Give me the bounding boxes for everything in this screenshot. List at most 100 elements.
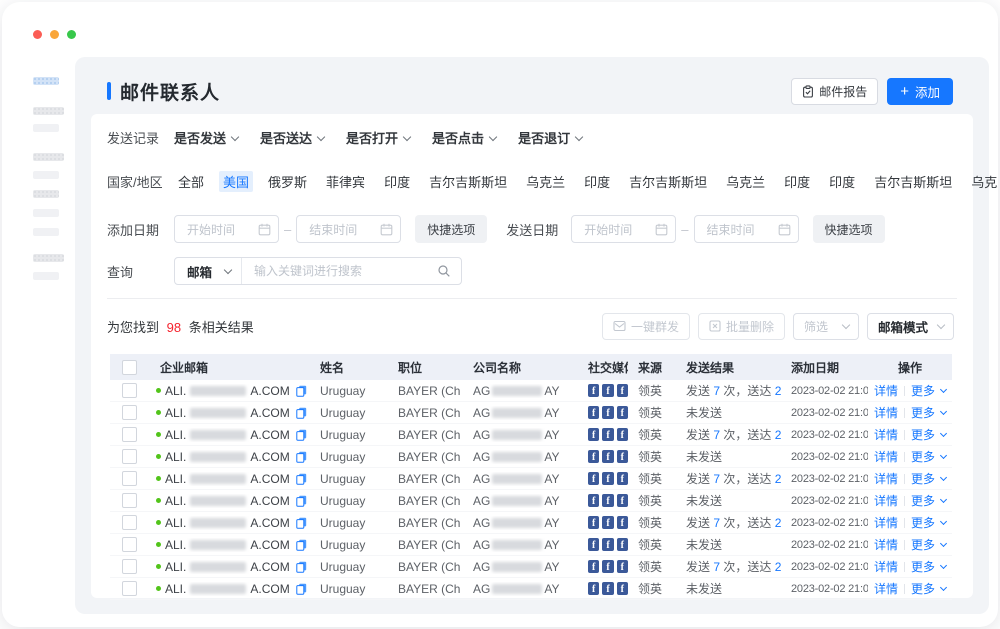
more-link[interactable]: 更多 (911, 448, 935, 465)
country-chip[interactable]: 吉尔吉斯斯坦 (870, 171, 956, 192)
detail-link[interactable]: 详情 (874, 448, 898, 465)
copy-icon[interactable] (296, 539, 307, 551)
facebook-icon[interactable] (588, 450, 599, 463)
calendar-icon[interactable] (380, 223, 393, 239)
detail-link[interactable]: 详情 (874, 558, 898, 575)
facebook-icon[interactable] (588, 406, 599, 419)
row-checkbox[interactable] (122, 537, 137, 552)
copy-icon[interactable] (296, 407, 307, 419)
row-checkbox[interactable] (122, 515, 137, 530)
facebook-icon[interactable] (588, 538, 599, 551)
facebook-icon[interactable] (602, 538, 613, 551)
detail-link[interactable]: 详情 (874, 426, 898, 443)
country-chip[interactable]: 全部 (174, 171, 208, 192)
facebook-icon[interactable] (588, 384, 599, 397)
filter-dropdown[interactable]: 是否点击 (432, 128, 496, 147)
facebook-icon[interactable] (602, 560, 613, 573)
country-chip[interactable]: 印度 (580, 171, 614, 192)
copy-icon[interactable] (296, 385, 307, 397)
send-date-start-input[interactable] (571, 215, 676, 243)
mail-report-button[interactable]: 邮件报告 (791, 78, 878, 105)
row-checkbox[interactable] (122, 427, 137, 442)
facebook-icon[interactable] (602, 494, 613, 507)
detail-link[interactable]: 详情 (874, 382, 898, 399)
search-icon[interactable] (437, 264, 451, 278)
send-date-quick-options-button[interactable]: 快捷选项 (813, 215, 885, 243)
detail-link[interactable]: 详情 (874, 470, 898, 487)
more-link[interactable]: 更多 (911, 404, 935, 421)
copy-icon[interactable] (296, 517, 307, 529)
country-chip[interactable]: 美国 (219, 171, 253, 192)
facebook-icon[interactable] (602, 450, 613, 463)
facebook-icon[interactable] (602, 582, 613, 595)
detail-link[interactable]: 详情 (874, 536, 898, 553)
filter-dropdown[interactable]: 是否打开 (346, 128, 410, 147)
facebook-icon[interactable] (602, 406, 613, 419)
window-control-dot[interactable] (50, 30, 59, 39)
more-link[interactable]: 更多 (911, 382, 935, 399)
facebook-icon[interactable] (617, 494, 628, 507)
select-all-checkbox[interactable] (122, 360, 137, 375)
copy-icon[interactable] (296, 429, 307, 441)
country-chip[interactable]: 印度 (825, 171, 859, 192)
bulk-delete-button[interactable]: 批量删除 (698, 313, 785, 340)
facebook-icon[interactable] (617, 560, 628, 573)
facebook-icon[interactable] (602, 384, 613, 397)
mailbox-mode-select[interactable]: 邮箱模式 (867, 313, 954, 340)
facebook-icon[interactable] (617, 406, 628, 419)
detail-link[interactable]: 详情 (874, 514, 898, 531)
country-chip[interactable]: 乌克兰 (522, 171, 569, 192)
facebook-icon[interactable] (617, 384, 628, 397)
more-link[interactable]: 更多 (911, 426, 935, 443)
more-link[interactable]: 更多 (911, 514, 935, 531)
facebook-icon[interactable] (617, 428, 628, 441)
row-checkbox[interactable] (122, 449, 137, 464)
facebook-icon[interactable] (617, 472, 628, 485)
window-control-dot[interactable] (33, 30, 42, 39)
more-link[interactable]: 更多 (911, 580, 935, 597)
calendar-icon[interactable] (258, 223, 271, 239)
copy-icon[interactable] (296, 473, 307, 485)
country-chip[interactable]: 乌克兰 (967, 171, 998, 192)
bulk-send-button[interactable]: 一键群发 (602, 313, 690, 340)
facebook-icon[interactable] (588, 560, 599, 573)
country-chip[interactable]: 印度 (380, 171, 414, 192)
row-checkbox[interactable] (122, 559, 137, 574)
facebook-icon[interactable] (617, 450, 628, 463)
more-link[interactable]: 更多 (911, 470, 935, 487)
add-date-start-input[interactable] (174, 215, 279, 243)
calendar-icon[interactable] (655, 223, 668, 239)
add-button[interactable]: + 添加 (887, 78, 953, 105)
detail-link[interactable]: 详情 (874, 404, 898, 421)
more-link[interactable]: 更多 (911, 558, 935, 575)
country-chip[interactable]: 吉尔吉斯斯坦 (625, 171, 711, 192)
copy-icon[interactable] (296, 561, 307, 573)
filter-dropdown[interactable]: 是否送达 (260, 128, 324, 147)
facebook-icon[interactable] (617, 516, 628, 529)
facebook-icon[interactable] (617, 582, 628, 595)
facebook-icon[interactable] (602, 428, 613, 441)
facebook-icon[interactable] (588, 428, 599, 441)
country-chip[interactable]: 菲律宾 (322, 171, 369, 192)
country-chip[interactable]: 印度 (780, 171, 814, 192)
row-checkbox[interactable] (122, 471, 137, 486)
facebook-icon[interactable] (602, 472, 613, 485)
facebook-icon[interactable] (617, 538, 628, 551)
filter-dropdown[interactable]: 是否退订 (518, 128, 582, 147)
send-date-end-input[interactable] (694, 215, 799, 243)
more-link[interactable]: 更多 (911, 492, 935, 509)
more-link[interactable]: 更多 (911, 536, 935, 553)
facebook-icon[interactable] (588, 582, 599, 595)
copy-icon[interactable] (296, 583, 307, 595)
filter-select[interactable]: 筛选 (793, 313, 859, 340)
filter-dropdown[interactable]: 是否发送 (174, 128, 238, 147)
country-chip[interactable]: 俄罗斯 (264, 171, 311, 192)
facebook-icon[interactable] (588, 472, 599, 485)
search-input[interactable] (242, 263, 437, 279)
facebook-icon[interactable] (588, 494, 599, 507)
copy-icon[interactable] (296, 451, 307, 463)
add-date-end-input[interactable] (296, 215, 401, 243)
row-checkbox[interactable] (122, 581, 137, 596)
country-chip[interactable]: 乌克兰 (722, 171, 769, 192)
row-checkbox[interactable] (122, 383, 137, 398)
